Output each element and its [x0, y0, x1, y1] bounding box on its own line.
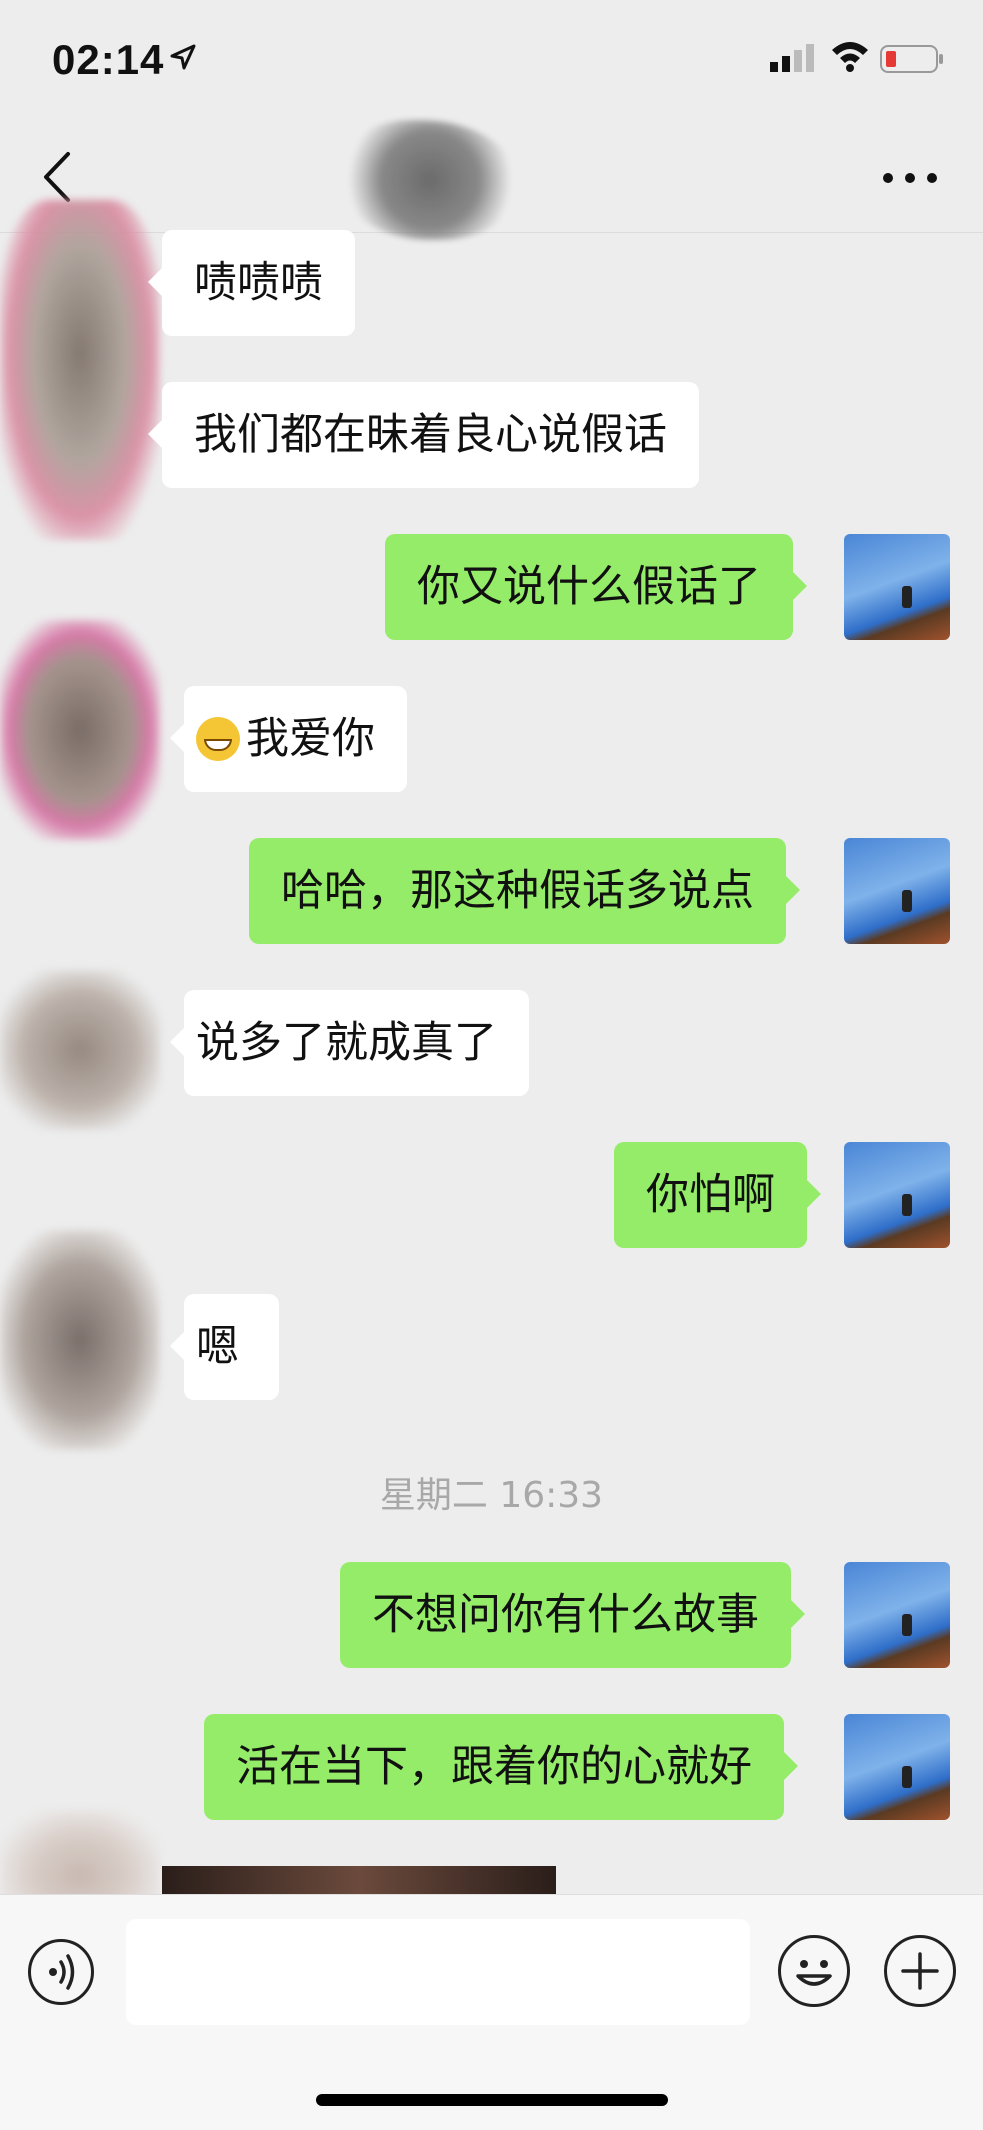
- my-avatar[interactable]: [844, 1714, 950, 1820]
- cellular-signal-icon: [770, 42, 816, 76]
- message-bubble-outgoing[interactable]: 活在当下，跟着你的心就好: [204, 1714, 798, 1820]
- message-text: 我爱你: [246, 714, 375, 764]
- voice-icon: [49, 1954, 75, 1990]
- home-indicator[interactable]: [316, 2094, 668, 2106]
- redacted-contact-name: [340, 120, 520, 240]
- my-avatar[interactable]: [844, 1562, 950, 1668]
- status-time: 02:14: [52, 36, 165, 83]
- emoji-button[interactable]: [778, 1935, 850, 2007]
- message-input[interactable]: [126, 1919, 750, 2025]
- message-bubble-outgoing[interactable]: 不想问你有什么故事: [340, 1562, 805, 1668]
- battery-low-icon: [880, 44, 944, 78]
- image-message-partial[interactable]: [162, 1866, 556, 1896]
- message-bubble-outgoing[interactable]: 你怕啊: [614, 1142, 821, 1248]
- message-bubble-outgoing[interactable]: 你又说什么假话了: [385, 534, 807, 640]
- message-bubble-incoming[interactable]: 我爱你: [170, 686, 407, 792]
- chat-timestamp: 星期二 16:33: [379, 1475, 604, 1516]
- contact-avatar-redacted[interactable]: [0, 970, 160, 1130]
- contact-avatar-redacted[interactable]: [0, 620, 160, 840]
- grinning-face-icon: [196, 717, 240, 761]
- contact-avatar-redacted[interactable]: [0, 200, 160, 540]
- message-bubble-incoming[interactable]: 啧啧啧: [148, 230, 355, 336]
- message-bubble-outgoing[interactable]: 哈哈，那这种假话多说点: [249, 838, 800, 944]
- my-avatar[interactable]: [844, 534, 950, 640]
- status-bar: 02:14: [0, 0, 983, 120]
- chevron-left-icon: [44, 152, 70, 202]
- location-arrow-icon: [168, 42, 198, 76]
- more-functions-button[interactable]: [884, 1935, 956, 2007]
- message-bubble-incoming[interactable]: 说多了就成真了: [170, 990, 529, 1096]
- more-options-button[interactable]: [880, 166, 940, 190]
- more-dots-icon: [883, 173, 937, 183]
- message-bubble-incoming[interactable]: 嗯: [170, 1294, 279, 1400]
- message-bubble-incoming[interactable]: 我们都在昧着良心说假话: [148, 382, 699, 488]
- my-avatar[interactable]: [844, 838, 950, 944]
- contact-avatar-redacted[interactable]: [0, 1230, 160, 1450]
- my-avatar[interactable]: [844, 1142, 950, 1248]
- emoji-icon: [796, 1960, 832, 1986]
- voice-button[interactable]: [28, 1939, 94, 2005]
- wifi-icon: [830, 38, 870, 76]
- back-button[interactable]: [38, 150, 78, 204]
- chat-header: [0, 120, 983, 240]
- plus-icon: [901, 1952, 939, 1990]
